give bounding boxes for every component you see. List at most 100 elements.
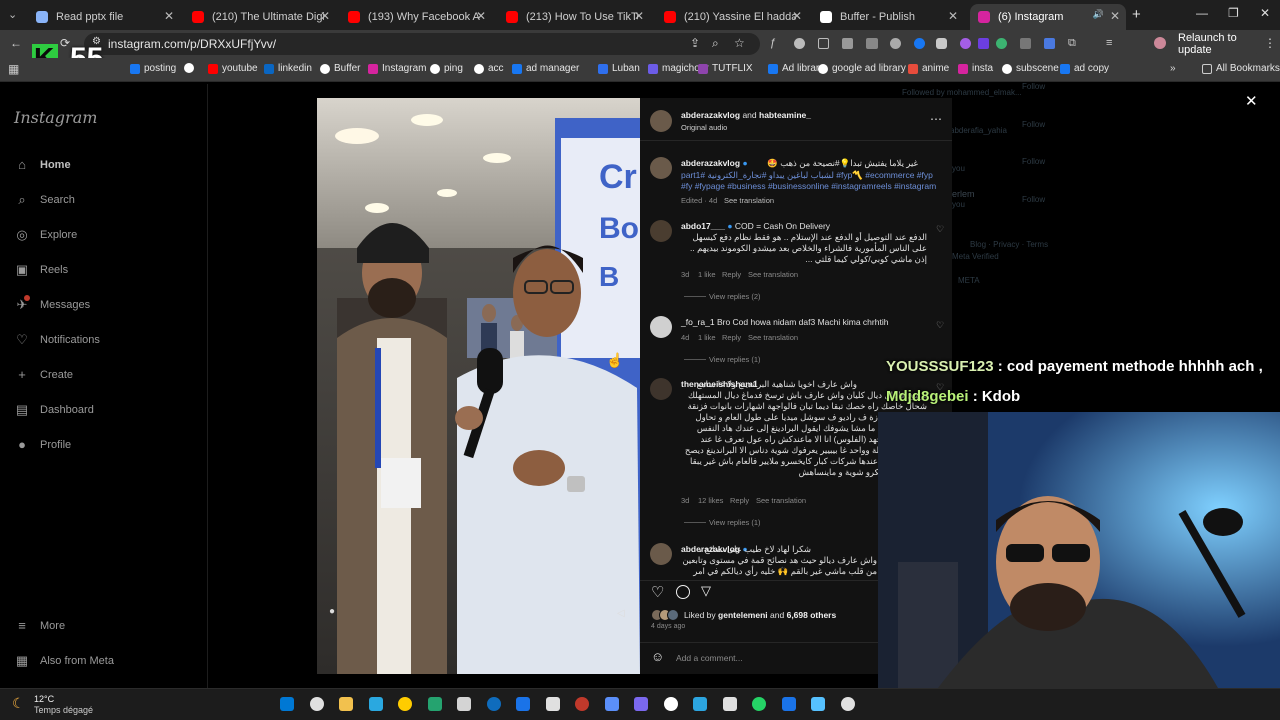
comment-like-icon[interactable]: ♡ bbox=[936, 224, 944, 235]
bookmark-item[interactable]: anime bbox=[908, 63, 949, 74]
extension-icon[interactable] bbox=[794, 38, 805, 49]
nav-item-home[interactable]: ⌂ Home bbox=[14, 157, 71, 173]
extension-icon[interactable] bbox=[842, 38, 853, 49]
comment-like-icon[interactable]: ♡ bbox=[936, 320, 944, 331]
extension-icon[interactable] bbox=[936, 38, 947, 49]
back-button[interactable]: ← bbox=[10, 36, 22, 50]
taskbar-app-icon[interactable] bbox=[339, 697, 353, 711]
relaunch-to-update-button[interactable]: Relaunch to update bbox=[1178, 32, 1262, 56]
close-modal-icon[interactable]: ✕ bbox=[1245, 92, 1258, 110]
bookmark-item[interactable]: acc bbox=[474, 63, 504, 74]
taskbar-app-icon[interactable] bbox=[811, 697, 825, 711]
install-app-icon[interactable]: ⇪ bbox=[690, 36, 700, 50]
close-window-button[interactable]: ✕ bbox=[1260, 6, 1270, 20]
bookmark-item[interactable]: google ad library bbox=[818, 63, 906, 74]
view-replies[interactable]: View replies (1) bbox=[709, 518, 761, 527]
zoom-icon[interactable]: ⌕ bbox=[712, 36, 719, 51]
extension-icon[interactable] bbox=[996, 38, 1007, 49]
nav-item-reels[interactable]: ▣ Reels bbox=[14, 262, 68, 278]
taskbar-app-icon[interactable] bbox=[369, 697, 383, 711]
taskbar-app-icon[interactable] bbox=[575, 697, 589, 711]
tab-audio-icon[interactable]: 🔊 bbox=[1093, 9, 1104, 20]
author-username[interactable]: abderazakvlog bbox=[681, 110, 740, 120]
tab-close-icon[interactable]: ✕ bbox=[792, 9, 802, 23]
taskbar-app-icon[interactable] bbox=[723, 697, 737, 711]
taskbar-app-icon[interactable] bbox=[428, 697, 442, 711]
taskbar-app-icon[interactable] bbox=[693, 697, 707, 711]
bookmark-item[interactable]: linkedin bbox=[264, 63, 312, 74]
extension-icon[interactable] bbox=[866, 38, 878, 49]
bookmark-item[interactable]: insta bbox=[958, 63, 993, 74]
caption-user[interactable]: abderazakvlog ● bbox=[681, 158, 748, 169]
comment-see-translation[interactable]: See translation bbox=[748, 270, 798, 279]
apps-grid-icon[interactable]: ▦ bbox=[8, 62, 19, 76]
comment-avatar[interactable] bbox=[650, 378, 672, 400]
caption-see-translation[interactable]: See translation bbox=[724, 196, 774, 205]
bookmark-item[interactable]: Instagram bbox=[368, 63, 426, 74]
emoji-icon[interactable]: ☺ bbox=[651, 649, 664, 664]
taskbar-app-icon[interactable] bbox=[605, 697, 619, 711]
browser-tab[interactable]: (193) Why Facebook Ads Are✕ bbox=[340, 4, 492, 30]
comment-avatar[interactable] bbox=[650, 316, 672, 338]
bookmark-item[interactable]: ping bbox=[430, 63, 463, 74]
browser-menu-icon[interactable]: ⋮ bbox=[1264, 36, 1276, 50]
caption-avatar[interactable] bbox=[650, 157, 672, 179]
extension-icon[interactable] bbox=[890, 38, 901, 49]
extension-icon[interactable] bbox=[960, 38, 971, 49]
nav-item-profile[interactable]: ● Profile bbox=[14, 437, 71, 453]
comment-username[interactable]: abdo17___ bbox=[681, 221, 725, 231]
comment-likes[interactable]: 1 like bbox=[698, 333, 716, 342]
comment-bubble-icon[interactable] bbox=[676, 585, 690, 599]
bookmark-item[interactable]: ad copy bbox=[1060, 63, 1109, 74]
instagram-logo[interactable]: Instagram bbox=[14, 108, 97, 127]
browser-tab[interactable]: (210) The Ultimate Digital Ma✕ bbox=[184, 4, 336, 30]
share-send-icon[interactable]: ▽ bbox=[701, 583, 711, 599]
taskbar-app-icon[interactable] bbox=[841, 697, 855, 711]
taskbar-app-icon[interactable] bbox=[310, 697, 324, 711]
comment-reply[interactable]: Reply bbox=[722, 333, 741, 342]
bookmark-item[interactable]: posting bbox=[130, 63, 176, 74]
bookmark-item[interactable]: Buffer bbox=[320, 63, 361, 74]
bookmark-item[interactable]: ad manager bbox=[512, 63, 579, 74]
nav-item-notifications[interactable]: ♡ Notifications bbox=[14, 332, 100, 348]
profile-avatar[interactable] bbox=[1154, 37, 1166, 49]
weather-desc[interactable]: Temps dégagé bbox=[34, 705, 93, 715]
extensions-puzzle-icon[interactable]: ⧉ bbox=[1068, 37, 1076, 50]
nav-item-explore[interactable]: ◎ Explore bbox=[14, 227, 77, 243]
comment-likes[interactable]: 1 like bbox=[698, 270, 716, 279]
nav-item-search[interactable]: ⌕ Search bbox=[14, 192, 75, 208]
tab-close-icon[interactable]: ✕ bbox=[476, 9, 486, 23]
extension-icon[interactable] bbox=[818, 38, 829, 49]
bookmark-item[interactable]: subscene bbox=[1002, 63, 1059, 74]
taskbar-app-icon[interactable] bbox=[782, 697, 796, 711]
all-bookmarks[interactable]: All Bookmarks bbox=[1202, 63, 1280, 74]
bookmark-item[interactable] bbox=[184, 63, 198, 73]
comment-likes[interactable]: 12 likes bbox=[698, 496, 723, 505]
url-text[interactable]: instagram.com/p/DRXxUFfjYvv/ bbox=[108, 37, 276, 51]
bookmark-star-icon[interactable]: ☆ bbox=[734, 36, 745, 50]
taskbar-app-icon[interactable] bbox=[752, 697, 766, 711]
bookmark-item[interactable]: Ad library bbox=[768, 63, 824, 74]
view-replies[interactable]: View replies (1) bbox=[709, 355, 761, 364]
browser-tab[interactable]: Read pptx file ✕ bbox=[28, 4, 180, 30]
tab-close-icon[interactable]: ✕ bbox=[164, 9, 174, 23]
comment-avatar[interactable] bbox=[650, 220, 672, 242]
reload-icon[interactable]: ⟳ bbox=[60, 36, 70, 50]
tab-search-icon[interactable]: ⌄ bbox=[8, 8, 17, 21]
taskbar-app-icon[interactable] bbox=[457, 697, 471, 711]
extension-icon[interactable] bbox=[978, 38, 989, 49]
reel-video[interactable]: Cr Bo B ◁ ● bbox=[317, 98, 640, 674]
mute-icon[interactable]: ◁ bbox=[617, 608, 625, 619]
nav-item-messages[interactable]: ✈ Messages bbox=[14, 295, 90, 313]
start-button-icon[interactable] bbox=[280, 697, 294, 711]
nav-item-also-from-meta[interactable]: ▦ Also from Meta bbox=[14, 653, 114, 669]
taskbar-app-icon[interactable] bbox=[634, 697, 648, 711]
author-avatar[interactable] bbox=[650, 110, 672, 132]
comment-username[interactable]: _fo_ra_1 bbox=[681, 317, 715, 327]
bookmark-item[interactable]: Luban bbox=[598, 63, 640, 74]
liked-by-user[interactable]: gentelemeni bbox=[718, 610, 768, 620]
comment-see-translation[interactable]: See translation bbox=[756, 496, 806, 505]
bookmark-item[interactable]: TUTFLIX bbox=[698, 63, 753, 74]
minimize-button[interactable]: — bbox=[1196, 6, 1208, 20]
taskbar-app-icon[interactable] bbox=[487, 697, 501, 711]
